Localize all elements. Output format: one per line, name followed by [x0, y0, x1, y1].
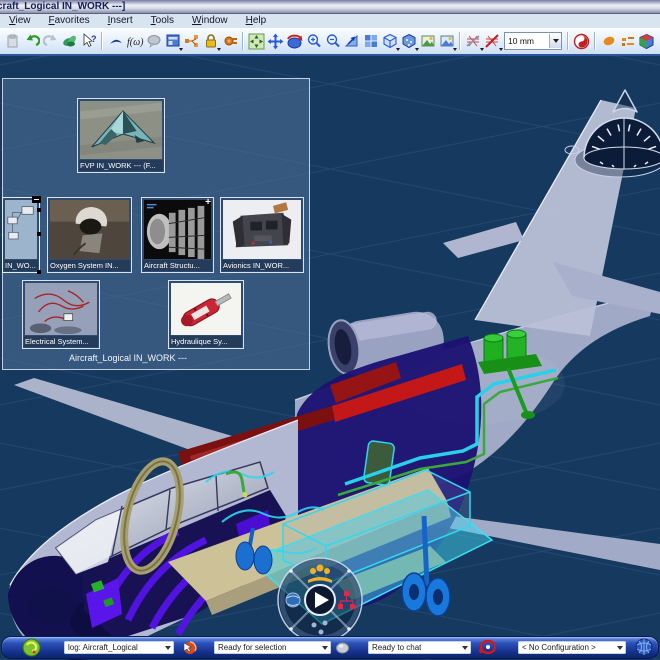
tile-label: IN_WO...	[4, 260, 38, 271]
tile-logical-diagram[interactable]: IN_WO...	[2, 197, 40, 273]
formula-icon[interactable]: f(ω)	[126, 32, 144, 50]
electrical-thumbnail-image	[25, 283, 97, 335]
menu-insert[interactable]: Insert	[99, 14, 142, 28]
world-icon[interactable]	[286, 593, 300, 607]
globe-status-icon[interactable]	[635, 638, 653, 656]
3d-viewport[interactable]: FVP IN_WORK --- (F... IN_WO...	[0, 54, 660, 660]
compass-arrow-icon[interactable]	[613, 90, 637, 112]
application-window: craft_Logical IN_WORK ---] View Favorite…	[0, 0, 660, 660]
flyout-icon[interactable]	[107, 32, 125, 50]
assembly-cube-icon[interactable]	[638, 32, 656, 50]
title-bar[interactable]: craft_Logical IN_WORK ---]	[0, 0, 660, 14]
panel-caption: Aircraft_Logical IN_WORK ---	[18, 353, 238, 363]
svg-text:f(ω): f(ω)	[127, 37, 144, 48]
arena-icon[interactable]	[573, 32, 591, 50]
log-select-value: log: Aircraft_Logical	[64, 643, 138, 652]
expand-badge[interactable]: +	[205, 198, 211, 208]
toolbar-separator	[567, 32, 569, 50]
tile-label: Aircraft Structu...	[143, 260, 212, 271]
tile-hydraulic-system[interactable]: Hydraulique Sy...	[168, 280, 244, 349]
navigation-wheel[interactable]	[278, 558, 362, 642]
svg-text:?: ?	[91, 34, 97, 44]
menu-help[interactable]: Help	[237, 14, 276, 28]
pointer-status-icon[interactable]	[181, 640, 197, 656]
chat-status-value: Ready to chat	[368, 643, 421, 652]
whats-this-help-icon[interactable]: ?	[80, 32, 98, 50]
clay-status-icon[interactable]	[335, 640, 350, 655]
avionics-thumbnail-image	[223, 200, 301, 259]
tile-electrical-system[interactable]: Electrical System...	[22, 280, 100, 349]
configuration-select[interactable]: < No Configuration >	[518, 641, 626, 654]
chat-status-select[interactable]: Ready to chat	[368, 641, 471, 654]
comet-status-icon[interactable]	[476, 639, 496, 656]
dimension-icon[interactable]	[619, 32, 637, 50]
fit-all-in-icon[interactable]	[248, 32, 266, 50]
main-toolbar: ? f(ω) 10 mm	[0, 28, 660, 56]
power-copy-icon[interactable]	[61, 32, 79, 50]
tile-oxygen-system[interactable]: Oxygen System IN...	[47, 197, 132, 273]
menu-tools[interactable]: Tools	[142, 14, 183, 28]
hydraulic-thumbnail-image	[171, 283, 241, 335]
sketch-analysis-icon[interactable]	[484, 32, 502, 50]
connector-icon[interactable]	[183, 32, 201, 50]
pan-icon[interactable]	[267, 32, 285, 50]
toolbar-separator	[242, 32, 244, 50]
redo-icon[interactable]	[42, 32, 60, 50]
zoom-out-icon[interactable]	[324, 32, 342, 50]
tile-label: Oxygen System IN...	[49, 260, 130, 271]
view-mode-alt-icon[interactable]	[438, 32, 456, 50]
left-stabilizer	[443, 222, 524, 258]
plug-icon[interactable]	[221, 32, 239, 50]
logical-structure-panel: FVP IN_WORK --- (F... IN_WO...	[2, 78, 310, 370]
tile-avionics[interactable]: Avionics IN_WOR...	[220, 197, 304, 273]
collapse-handle[interactable]	[32, 196, 41, 203]
tile-fvp[interactable]: FVP IN_WORK --- (F...	[77, 98, 165, 173]
menu-window[interactable]: Window	[183, 14, 237, 28]
clay-icon[interactable]	[600, 32, 618, 50]
status-bar: log: Aircraft_Logical Ready for selectio…	[1, 636, 659, 659]
configuration-value: < No Configuration >	[518, 643, 596, 652]
grid-spacing-select[interactable]: 10 mm	[504, 32, 562, 50]
toolbar-separator	[101, 32, 103, 50]
selection-handle[interactable]	[37, 270, 41, 274]
selection-handle[interactable]	[37, 208, 41, 212]
zoom-in-icon[interactable]	[305, 32, 323, 50]
normal-view-icon[interactable]	[343, 32, 361, 50]
selection-handle[interactable]	[37, 232, 41, 236]
tile-label: FVP IN_WORK --- (F...	[79, 160, 163, 171]
menu-favorites[interactable]: Favorites	[40, 14, 99, 28]
tile-label: Electrical System...	[24, 336, 98, 347]
grid-spacing-value: 10 mm	[505, 36, 534, 46]
fvp-thumbnail-image	[80, 101, 162, 159]
structure-thumbnail-image	[144, 200, 211, 259]
render-style-icon[interactable]	[400, 32, 418, 50]
compass-home-icon[interactable]	[22, 638, 41, 657]
iso-view-icon[interactable]	[381, 32, 399, 50]
menu-view[interactable]: View	[0, 14, 40, 28]
tile-label: Avionics IN_WOR...	[222, 260, 302, 271]
oxygen-thumbnail-image	[50, 200, 129, 259]
toolbar-separator	[459, 32, 461, 50]
sketch-constraint-icon[interactable]	[465, 32, 483, 50]
lock-icon[interactable]	[202, 32, 220, 50]
tile-label: Hydraulique Sy...	[170, 336, 242, 347]
selection-status-select[interactable]: Ready for selection	[214, 641, 331, 654]
undo-icon[interactable]	[23, 32, 41, 50]
grid-spacing-dropdown-button[interactable]	[549, 34, 561, 48]
window-layout-icon[interactable]	[164, 32, 182, 50]
chat-icon[interactable]	[145, 32, 163, 50]
tile-aircraft-structure[interactable]: Aircraft Structu... +	[141, 197, 214, 273]
toolbar-separator	[594, 32, 596, 50]
logical-diagram-thumbnail-image	[5, 200, 37, 259]
view-mode-icon[interactable]	[419, 32, 437, 50]
log-select[interactable]: log: Aircraft_Logical	[64, 641, 174, 654]
multi-view-icon[interactable]	[362, 32, 380, 50]
rotate-icon[interactable]	[286, 32, 304, 50]
paste-icon[interactable]	[4, 32, 22, 50]
selection-status-value: Ready for selection	[214, 643, 286, 652]
window-title: craft_Logical IN_WORK ---]	[0, 0, 660, 13]
menu-bar: View Favorites Insert Tools Window Help	[0, 14, 660, 29]
